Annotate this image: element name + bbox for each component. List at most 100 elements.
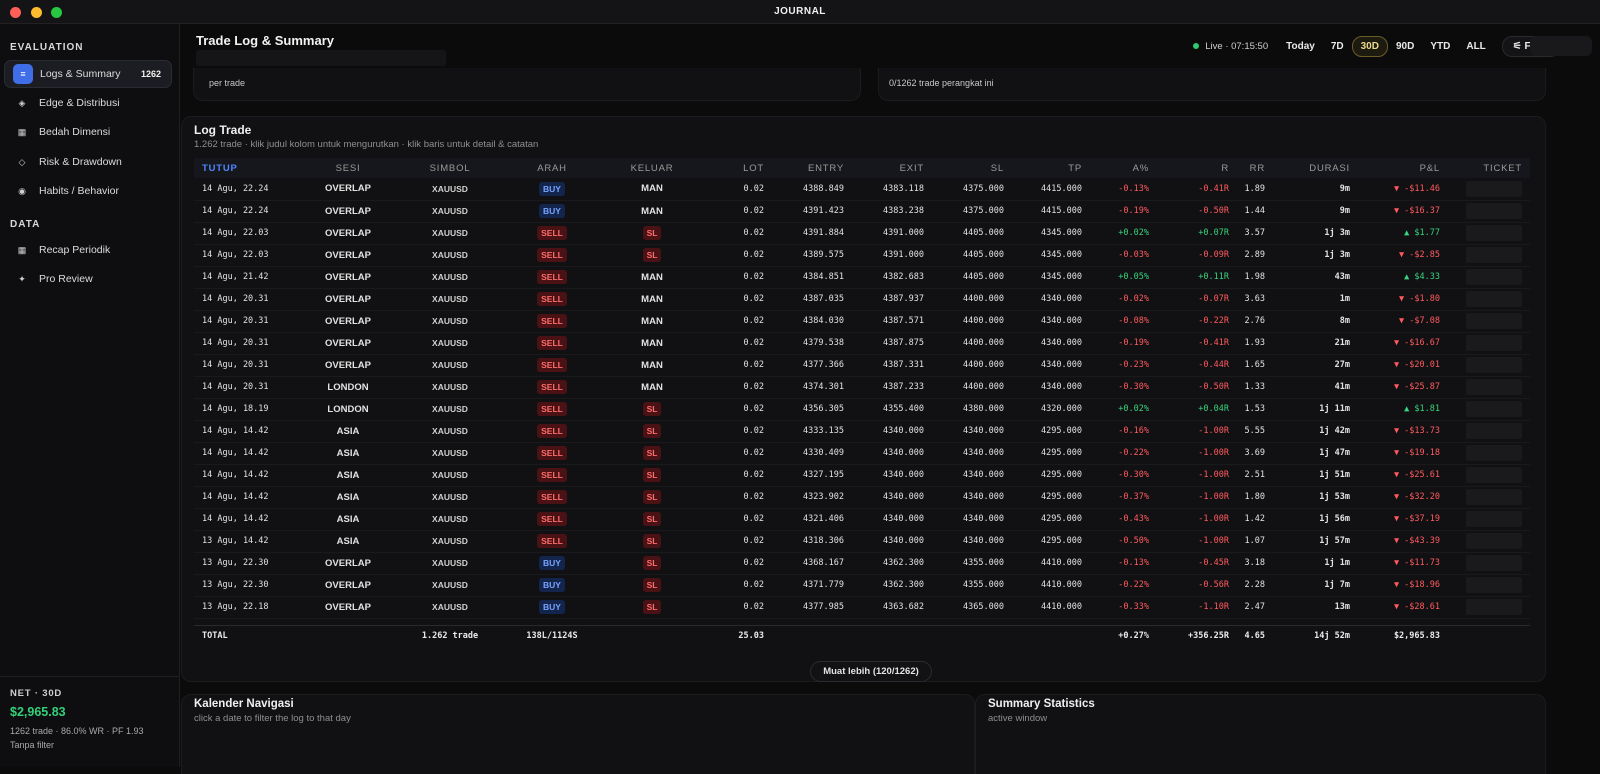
cell-exit: 4391.000 — [852, 222, 932, 245]
cell-lot: 0.02 — [702, 508, 772, 531]
table-row[interactable]: 13 Agu, 22.30 OVERLAP XAUUSD BUY SL 0.02 4371.… — [194, 574, 1530, 597]
sidebar-item-pro-review[interactable]: ✦ Pro Review — [4, 265, 172, 293]
cell-tp: 4410.000 — [1012, 574, 1090, 597]
cell-rr: 1.65 — [1237, 354, 1273, 377]
table-row[interactable]: 14 Agu, 20.31 LONDON XAUUSD SELL MAN 0.02 4374… — [194, 376, 1530, 399]
column-header-keluar[interactable]: KELUAR — [602, 158, 702, 178]
column-header-arah[interactable]: ARAH — [502, 158, 602, 178]
cell-pnl: ▼ -$19.18 — [1358, 442, 1448, 465]
range-ytd-button[interactable]: YTD — [1422, 37, 1458, 56]
total-durasi: 14j 52m — [1273, 624, 1358, 647]
table-row[interactable]: 14 Agu, 22.03 OVERLAP XAUUSD SELL SL 0.02 4389… — [194, 244, 1530, 267]
table-row[interactable]: 14 Agu, 14.42 ASIA XAUUSD SELL SL 0.02 4323.90… — [194, 486, 1530, 509]
cell-tp: 4415.000 — [1012, 178, 1090, 201]
direction-badge: SELL — [537, 270, 567, 284]
cell-tp: 4345.000 — [1012, 266, 1090, 289]
column-header-tp[interactable]: TP — [1012, 158, 1090, 178]
total-empty — [772, 624, 852, 647]
cell-arah: SELL — [502, 332, 602, 355]
table-row[interactable]: 14 Agu, 20.31 OVERLAP XAUUSD SELL MAN 0.02 438… — [194, 288, 1530, 311]
sidebar-item-habits-behavior[interactable]: ◉ Habits / Behavior — [4, 177, 172, 205]
range-30d-button[interactable]: 30D — [1351, 35, 1388, 57]
table-row[interactable]: 13 Agu, 22.18 OVERLAP XAUUSD BUY SL 0.02 4377.… — [194, 596, 1530, 619]
cell-pnl: ▲ $4.33 — [1358, 266, 1448, 289]
sidebar-item-logs-summary[interactable]: ≡ Logs & Summary 1262 — [4, 60, 172, 88]
table-row[interactable]: 14 Agu, 20.31 OVERLAP XAUUSD SELL MAN 0.02 438… — [194, 310, 1530, 333]
cell-arah: BUY — [502, 200, 602, 223]
net-summary: NET · 30D $2,965.83 1262 trade · 86.0% W… — [0, 676, 180, 761]
direction-badge: SELL — [537, 358, 567, 372]
table-row[interactable]: 14 Agu, 21.42 OVERLAP XAUUSD SELL MAN 0.02 438… — [194, 266, 1530, 289]
cell-exit: 4387.233 — [852, 376, 932, 399]
trade-table: TUTUP SESI SIMBOL ARAH KELUAR LOT ENTRY … — [194, 158, 1530, 647]
cell-ticket — [1448, 464, 1530, 487]
range-today-button[interactable]: Today — [1278, 37, 1323, 56]
cell-tutup: 14 Agu, 21.42 — [194, 266, 298, 289]
column-header-simbol[interactable]: SIMBOL — [398, 158, 502, 178]
table-row[interactable]: 14 Agu, 14.42 ASIA XAUUSD SELL SL 0.02 4333.13… — [194, 420, 1530, 443]
table-row[interactable]: 13 Agu, 14.42 ASIA XAUUSD SELL SL 0.02 4318.30… — [194, 530, 1530, 553]
sidebar-item-recap-periodik[interactable]: ▦ Recap Periodik — [4, 236, 172, 264]
sidebar-item-risk-drawdown[interactable]: ◇ Risk & Drawdown — [4, 148, 172, 176]
column-header-durasi[interactable]: DURASI — [1273, 158, 1358, 178]
column-header-tutup[interactable]: TUTUP — [194, 158, 298, 178]
cell-durasi: 8m — [1273, 310, 1358, 333]
redacted-ticket — [1466, 401, 1522, 417]
cell-tutup: 13 Agu, 14.42 — [194, 530, 298, 553]
table-row[interactable]: 13 Agu, 22.30 OVERLAP XAUUSD BUY SL 0.02 4368.… — [194, 552, 1530, 575]
table-row[interactable]: 14 Agu, 14.42 ASIA XAUUSD SELL SL 0.02 4330.40… — [194, 442, 1530, 465]
cell-a-pct: -0.37% — [1090, 486, 1157, 509]
column-header-r[interactable]: R — [1157, 158, 1237, 178]
cell-durasi: 13m — [1273, 596, 1358, 619]
range-90d-button[interactable]: 90D — [1388, 37, 1422, 56]
cell-durasi: 1j 1m — [1273, 552, 1358, 575]
column-header-entry[interactable]: ENTRY — [772, 158, 852, 178]
section-heading-data: DATA — [10, 219, 41, 230]
column-header-lot[interactable]: LOT — [702, 158, 772, 178]
cell-arah: SELL — [502, 266, 602, 289]
cell-a-pct: -0.23% — [1090, 354, 1157, 377]
table-row[interactable]: 14 Agu, 22.24 OVERLAP XAUUSD BUY MAN 0.02 4388… — [194, 178, 1530, 201]
column-header-sesi[interactable]: SESI — [298, 158, 398, 178]
cell-pnl: ▲ $1.81 — [1358, 398, 1448, 421]
cell-a-pct: -0.30% — [1090, 464, 1157, 487]
cell-simbol: XAUUSD — [398, 222, 502, 245]
redacted-ticket — [1466, 577, 1522, 593]
cell-tp: 4345.000 — [1012, 244, 1090, 267]
table-row[interactable]: 14 Agu, 14.42 ASIA XAUUSD SELL SL 0.02 4321.40… — [194, 508, 1530, 531]
cell-simbol: XAUUSD — [398, 552, 502, 575]
cell-ticket — [1448, 552, 1530, 575]
summary-card-text: per trade — [209, 78, 246, 88]
table-row[interactable]: 14 Agu, 18.19 LONDON XAUUSD SELL SL 0.02 4356.… — [194, 398, 1530, 421]
cell-entry: 4379.538 — [772, 332, 852, 355]
cell-durasi: 43m — [1273, 266, 1358, 289]
table-row[interactable]: 14 Agu, 20.31 OVERLAP XAUUSD SELL MAN 0.02 437… — [194, 332, 1530, 355]
table-row[interactable]: 14 Agu, 14.42 ASIA XAUUSD SELL SL 0.02 4327.19… — [194, 464, 1530, 487]
sidebar-item-edge-distribusi[interactable]: ◈ Edge & Distribusi — [4, 89, 172, 117]
range-7d-button[interactable]: 7D — [1323, 37, 1352, 56]
column-header-sl[interactable]: SL — [932, 158, 1012, 178]
cell-sl: 4340.000 — [932, 530, 1012, 553]
table-row[interactable]: 14 Agu, 22.03 OVERLAP XAUUSD SELL SL 0.02 4391… — [194, 222, 1530, 245]
range-all-button[interactable]: ALL — [1458, 37, 1493, 56]
table-row[interactable]: 14 Agu, 22.24 OVERLAP XAUUSD BUY MAN 0.02 4391… — [194, 200, 1530, 223]
column-header-pnl[interactable]: P&L — [1358, 158, 1448, 178]
column-header-rr[interactable]: RR — [1237, 158, 1273, 178]
exit-badge: SL — [642, 600, 662, 614]
cell-lot: 0.02 — [702, 288, 772, 311]
cell-r: -0.09R — [1157, 244, 1237, 267]
cell-rr: 2.28 — [1237, 574, 1273, 597]
load-more-button[interactable]: Muat lebih (120/1262) — [810, 661, 932, 682]
cell-lot: 0.02 — [702, 398, 772, 421]
redacted-subtitle — [196, 50, 446, 66]
column-header-ticket[interactable]: TICKET — [1448, 158, 1530, 178]
cell-exit: 4383.118 — [852, 178, 932, 201]
column-header-a-pct[interactable]: A% — [1090, 158, 1157, 178]
redacted-ticket — [1466, 335, 1522, 351]
cell-ticket — [1448, 486, 1530, 509]
column-header-exit[interactable]: EXIT — [852, 158, 932, 178]
table-row[interactable]: 14 Agu, 20.31 OVERLAP XAUUSD SELL MAN 0.02 437… — [194, 354, 1530, 377]
cell-arah: SELL — [502, 420, 602, 443]
cell-keluar: SL — [602, 464, 702, 487]
sidebar-item-bedah-dimensi[interactable]: ▦ Bedah Dimensi — [4, 118, 172, 146]
